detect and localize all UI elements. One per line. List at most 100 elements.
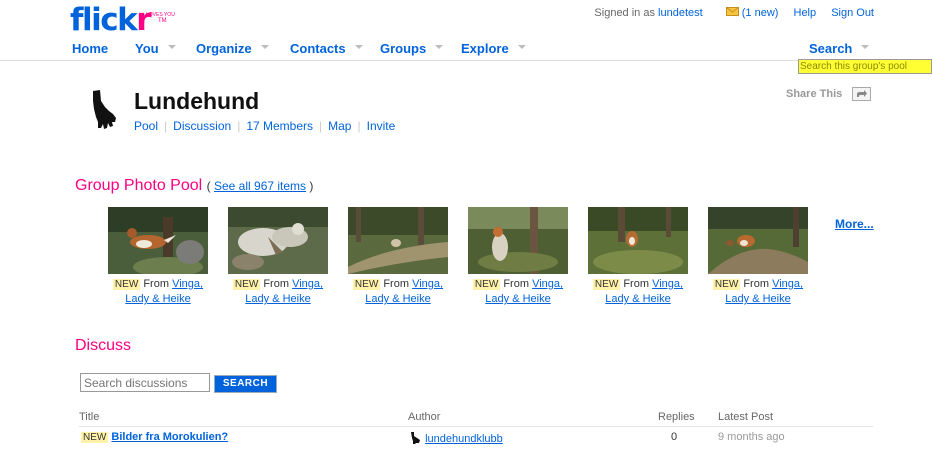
see-all-wrapper: ( See all 967 items ) bbox=[207, 179, 314, 193]
nav-item-search[interactable]: Search bbox=[809, 40, 870, 58]
help-link[interactable]: Help bbox=[794, 7, 817, 19]
new-badge: NEW bbox=[232, 279, 261, 290]
photo-owner-link[interactable]: Vinga, bbox=[652, 278, 683, 290]
group-link-invite[interactable]: Invite bbox=[367, 119, 396, 133]
table-row: NEW Bilder fra Morokulien? lundehundklub… bbox=[79, 431, 873, 449]
nav-item-contacts[interactable]: Contacts bbox=[290, 40, 363, 58]
author-link[interactable]: lundehundklubb bbox=[425, 433, 503, 445]
photo-owner-link[interactable]: Vinga, bbox=[412, 278, 443, 290]
chevron-down-icon[interactable] bbox=[354, 44, 363, 49]
new-badge: NEW bbox=[352, 279, 381, 290]
photo-thumbnail[interactable] bbox=[468, 207, 568, 274]
divider: | bbox=[357, 119, 361, 133]
group-link-pool[interactable]: Pool bbox=[134, 119, 158, 133]
topic-cell: NEW Bilder fra Morokulien? bbox=[81, 431, 228, 443]
pool-title: Group Photo Pool bbox=[75, 177, 203, 194]
nav-label[interactable]: Organize bbox=[196, 41, 252, 56]
share-icon[interactable] bbox=[852, 87, 871, 101]
nav-label[interactable]: Explore bbox=[461, 41, 509, 56]
mail-count[interactable]: (1 new) bbox=[742, 7, 779, 19]
photo-thumbnail[interactable] bbox=[108, 207, 208, 274]
discussion-search-button[interactable]: SEARCH bbox=[214, 375, 277, 393]
main-nav: Home You Organize Contacts Groups Explor… bbox=[0, 40, 932, 61]
flickr-logo[interactable]: flickr LOVES YOU TM bbox=[70, 2, 175, 38]
photo-thumbnail[interactable] bbox=[228, 207, 328, 274]
share-this-button[interactable]: Share This bbox=[786, 87, 871, 101]
account-bar: Signed in as lundetest (1 new) Help Sign… bbox=[594, 7, 874, 19]
photo-thumbnail[interactable] bbox=[588, 207, 688, 274]
chevron-down-icon[interactable] bbox=[260, 44, 269, 49]
new-badge: NEW bbox=[112, 279, 141, 290]
share-label[interactable]: Share This bbox=[786, 88, 842, 100]
caption-from: From bbox=[143, 278, 169, 290]
photo-owner-link-2[interactable]: Lady & Heike bbox=[245, 293, 310, 305]
paren-open: ( bbox=[206, 179, 211, 193]
group-link-map[interactable]: Map bbox=[328, 119, 351, 133]
nav-label[interactable]: Contacts bbox=[290, 41, 346, 56]
photo-owner-link-2[interactable]: Lady & Heike bbox=[365, 293, 430, 305]
latest-post-time: 9 months ago bbox=[718, 431, 785, 443]
nav-label[interactable]: Groups bbox=[380, 41, 426, 56]
divider: | bbox=[164, 119, 168, 133]
group-link-members[interactable]: 17 Members bbox=[246, 119, 313, 133]
photo-caption: NEW From Vinga, Lady & Heike bbox=[338, 277, 458, 306]
discussion-search-input[interactable] bbox=[80, 373, 210, 392]
nav-item-explore[interactable]: Explore bbox=[461, 40, 526, 58]
author-cell: lundehundklubb bbox=[408, 431, 503, 445]
photo-owner-link[interactable]: Vinga, bbox=[772, 278, 803, 290]
nav-label[interactable]: Search bbox=[809, 41, 852, 56]
pool-photo: NEW From Vinga, Lady & Heike bbox=[698, 207, 818, 306]
pool-photo: NEW From Vinga, Lady & Heike bbox=[338, 207, 458, 306]
nav-label[interactable]: Home bbox=[72, 41, 108, 56]
caption-from: From bbox=[383, 278, 409, 290]
nav-item-you[interactable]: You bbox=[135, 40, 176, 58]
username-link[interactable]: lundetest bbox=[658, 7, 703, 19]
caption-from: From bbox=[503, 278, 529, 290]
photo-thumbnail[interactable] bbox=[708, 207, 808, 274]
photo-caption: NEW From Vinga, Lady & Heike bbox=[458, 277, 578, 306]
new-badge: NEW bbox=[592, 279, 621, 290]
new-badge: NEW bbox=[81, 432, 109, 443]
nav-label[interactable]: You bbox=[135, 41, 159, 56]
logo-r: r bbox=[136, 2, 151, 38]
nav-item-organize[interactable]: Organize bbox=[196, 40, 269, 58]
photo-owner-link-2[interactable]: Lady & Heike bbox=[725, 293, 790, 305]
logo-flick: flick bbox=[70, 2, 138, 38]
pool-photo: NEW From Vinga, Lady & Heike bbox=[458, 207, 578, 306]
table-header: Title Author Replies Latest Post bbox=[79, 411, 873, 427]
more-photos-link[interactable]: More... bbox=[835, 217, 874, 231]
nav-item-groups[interactable]: Groups bbox=[380, 40, 444, 58]
divider: | bbox=[237, 119, 241, 133]
pool-heading: Group Photo Pool ( See all 967 items ) bbox=[75, 177, 313, 195]
photo-owner-link[interactable]: Vinga, bbox=[172, 278, 203, 290]
photo-owner-link-2[interactable]: Lady & Heike bbox=[125, 293, 190, 305]
sign-out-link[interactable]: Sign Out bbox=[831, 7, 874, 19]
photo-owner-link[interactable]: Vinga, bbox=[532, 278, 563, 290]
photo-owner-link-2[interactable]: Lady & Heike bbox=[605, 293, 670, 305]
logo-tm: TM bbox=[158, 18, 167, 24]
photo-owner-link-2[interactable]: Lady & Heike bbox=[485, 293, 550, 305]
caption-from: From bbox=[623, 278, 649, 290]
mail-link[interactable]: (1 new) bbox=[725, 7, 782, 19]
group-avatar[interactable] bbox=[79, 87, 127, 135]
author-avatar[interactable] bbox=[408, 431, 422, 445]
chevron-down-icon[interactable] bbox=[861, 44, 870, 49]
caption-from: From bbox=[263, 278, 289, 290]
column-latest-post: Latest Post bbox=[718, 411, 774, 423]
photo-caption: NEW From Vinga, Lady & Heike bbox=[98, 277, 218, 306]
nav-item-home[interactable]: Home bbox=[72, 40, 108, 58]
group-link-discussion[interactable]: Discussion bbox=[173, 119, 231, 133]
see-all-link[interactable]: See all 967 items bbox=[214, 179, 306, 193]
divider: | bbox=[319, 119, 323, 133]
column-title: Title bbox=[79, 411, 100, 423]
pool-photo: NEW From Vinga, Lady & Heike bbox=[578, 207, 698, 306]
chevron-down-icon[interactable] bbox=[435, 44, 444, 49]
photo-thumbnail[interactable] bbox=[348, 207, 448, 274]
search-hint-tooltip: Search this group's pool bbox=[798, 59, 932, 74]
new-badge: NEW bbox=[712, 279, 741, 290]
topic-link[interactable]: Bilder fra Morokulien? bbox=[111, 431, 228, 443]
photo-owner-link[interactable]: Vinga, bbox=[292, 278, 323, 290]
chevron-down-icon[interactable] bbox=[167, 44, 176, 49]
chevron-down-icon[interactable] bbox=[517, 44, 526, 49]
discuss-heading: Discuss bbox=[75, 337, 132, 354]
